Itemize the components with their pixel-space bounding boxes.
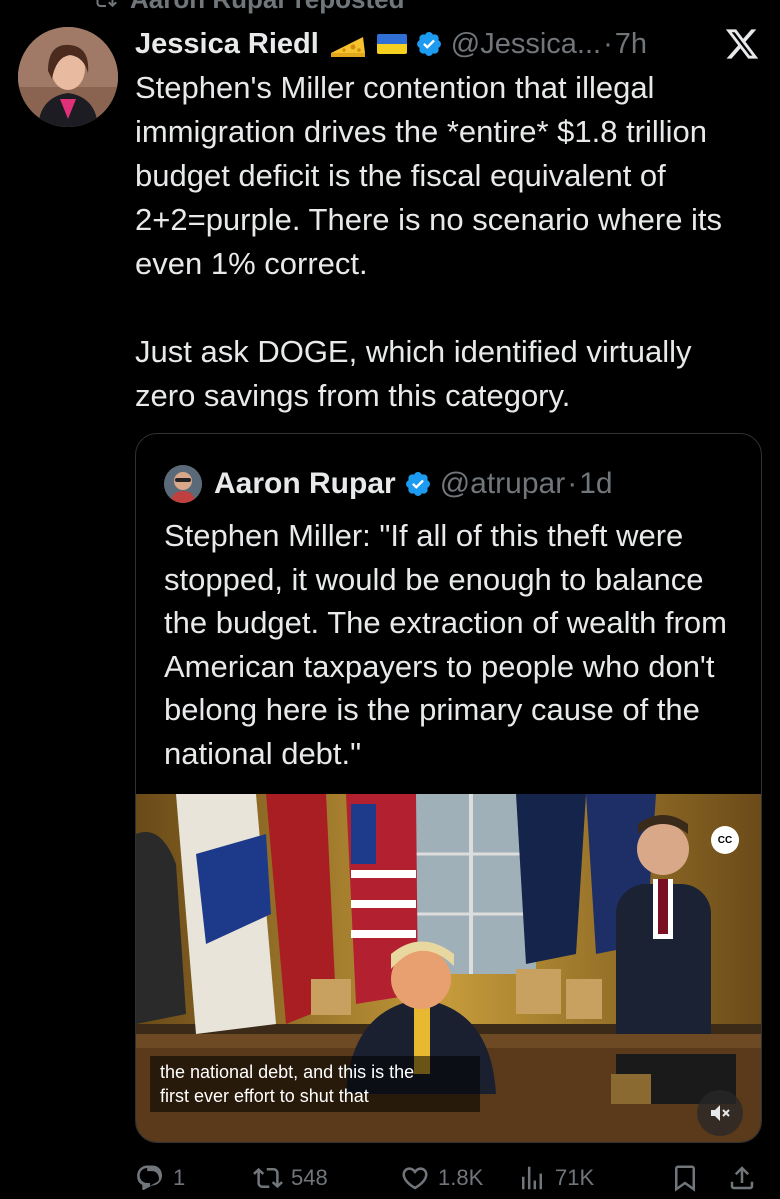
bookmark-icon bbox=[675, 1165, 695, 1192]
quoted-tweet-text: Stephen Miller: "If all of this theft we… bbox=[164, 518, 727, 771]
x-logo-icon[interactable] bbox=[724, 26, 760, 62]
cc-button[interactable]: CC bbox=[711, 826, 739, 854]
quoted-tweet-time[interactable]: 1d bbox=[579, 467, 612, 501]
reply-icon bbox=[137, 1165, 163, 1191]
repost-icon bbox=[96, 0, 117, 8]
caption-line-2: first ever effort to shut that bbox=[160, 1086, 369, 1106]
tweet-header: Jessica Riedl @Jessica... · 7h bbox=[135, 22, 765, 66]
video-player[interactable]: CC the national debt, and this is the fi… bbox=[136, 794, 761, 1142]
views-count: 71K bbox=[555, 1165, 595, 1190]
tweet-text: Stephen's Miller contention that illegal… bbox=[135, 70, 723, 413]
quoted-author-handle[interactable]: @atrupar bbox=[440, 467, 566, 501]
time-separator: · bbox=[603, 27, 613, 60]
verified-badge-icon bbox=[416, 32, 441, 56]
quoted-author-avatar[interactable] bbox=[164, 465, 202, 503]
views-button[interactable]: 71K bbox=[517, 1158, 594, 1198]
bookmark-button[interactable] bbox=[670, 1158, 700, 1198]
quoted-author-name[interactable]: Aaron Rupar bbox=[214, 467, 396, 501]
author-handle[interactable]: @Jessica... bbox=[451, 28, 601, 61]
author-avatar[interactable] bbox=[18, 27, 118, 127]
reply-button[interactable]: 1 bbox=[135, 1158, 185, 1198]
verified-badge-icon bbox=[405, 472, 430, 496]
quoted-tweet-header: Aaron Rupar @atrupar · 1d bbox=[164, 464, 613, 504]
repost-banner[interactable]: Aaron Rupar reposted bbox=[90, 0, 405, 15]
caption-line-1: the national debt, and this is the bbox=[160, 1062, 415, 1082]
mute-icon bbox=[711, 1105, 730, 1121]
retweet-icon bbox=[253, 1167, 283, 1189]
like-count: 1.8K bbox=[438, 1165, 484, 1190]
quoted-tweet-card[interactable]: Aaron Rupar @atrupar · 1d Stephen Miller… bbox=[135, 433, 762, 1143]
repost-count: 548 bbox=[291, 1165, 328, 1190]
views-icon bbox=[522, 1166, 542, 1190]
action-bar: 1 548 1.8K 71K bbox=[135, 1158, 765, 1198]
ukraine-flag-icon bbox=[376, 34, 407, 54]
video-caption: the national debt, and this is the first… bbox=[150, 1056, 480, 1112]
share-button[interactable] bbox=[727, 1158, 757, 1198]
cheese-emoji-icon bbox=[329, 29, 367, 59]
repost-button[interactable]: 548 bbox=[253, 1158, 328, 1198]
like-icon bbox=[402, 1167, 428, 1190]
quoted-time-separator: · bbox=[567, 467, 578, 500]
author-name[interactable]: Jessica Riedl bbox=[135, 28, 319, 61]
tweet-time[interactable]: 7h bbox=[615, 28, 647, 61]
like-button[interactable]: 1.8K bbox=[400, 1158, 483, 1198]
reply-count: 1 bbox=[173, 1165, 186, 1190]
share-icon bbox=[730, 1166, 754, 1190]
mute-button[interactable] bbox=[697, 1090, 743, 1136]
repost-label: Aaron Rupar reposted bbox=[130, 0, 405, 15]
